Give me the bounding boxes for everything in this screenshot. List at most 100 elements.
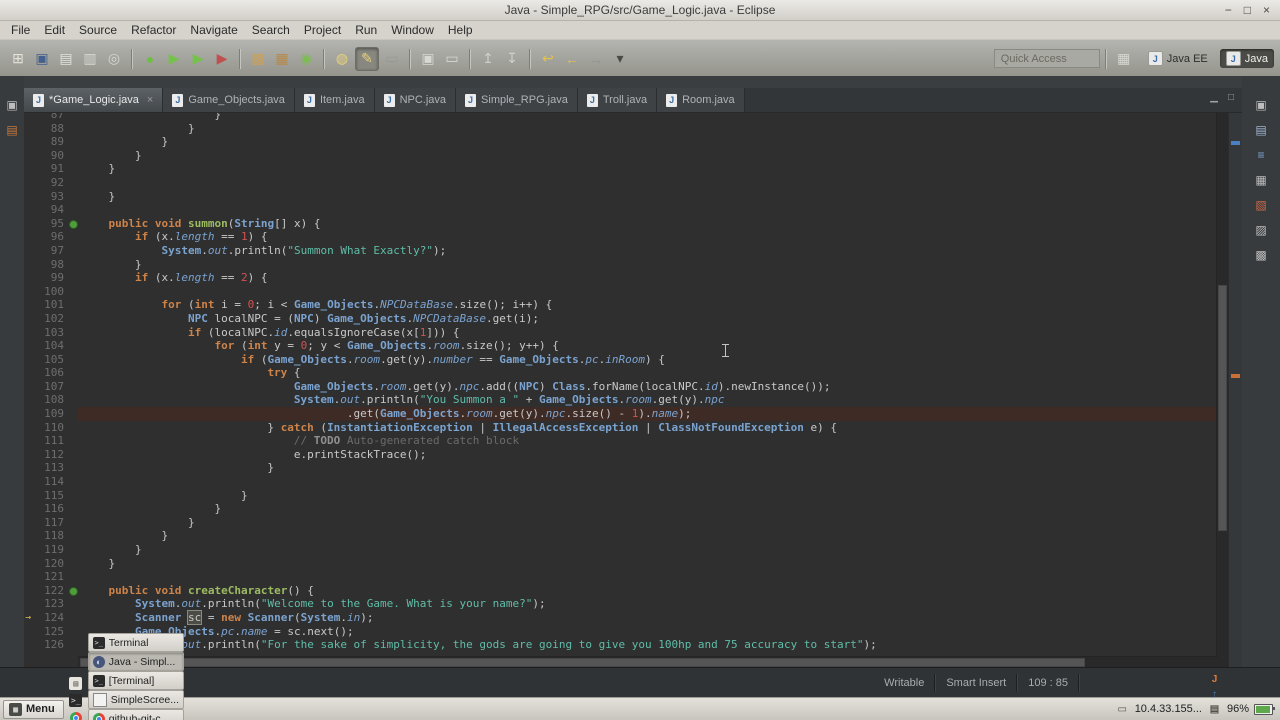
line-number[interactable]: 91 — [36, 162, 68, 176]
minimize-button[interactable]: − — [1225, 0, 1232, 20]
code-text[interactable]: } — [78, 149, 1216, 163]
annotation-ruler-cell[interactable] — [24, 380, 36, 394]
code-text[interactable]: .get(Game_Objects.room.get(y).npc.size()… — [78, 407, 1216, 421]
line-number[interactable]: 120 — [36, 557, 68, 571]
code-text[interactable]: public void createCharacter() { — [78, 584, 1216, 598]
code-line[interactable]: 118 } — [24, 529, 1216, 543]
line-number[interactable]: 124 — [36, 611, 68, 625]
tray-ip-label[interactable]: 10.4.33.155... — [1135, 703, 1202, 715]
line-number[interactable]: 119 — [36, 543, 68, 557]
line-number[interactable]: 126 — [36, 638, 68, 652]
annotation-ruler-cell[interactable] — [24, 448, 36, 462]
new-java-project-icon[interactable]: ▩ — [247, 48, 269, 70]
vertical-scrollbar[interactable] — [1216, 113, 1228, 668]
annotation-ruler-cell[interactable] — [24, 113, 36, 122]
line-number[interactable]: 90 — [36, 149, 68, 163]
line-number[interactable]: 88 — [36, 122, 68, 136]
annotation-ruler-cell[interactable] — [24, 271, 36, 285]
menu-refactor[interactable]: Refactor — [124, 22, 183, 38]
code-text[interactable]: try { — [78, 366, 1216, 380]
close-button[interactable]: × — [1263, 0, 1270, 20]
annotation-ruler-cell[interactable] — [24, 312, 36, 326]
annotation-ruler-cell[interactable] — [24, 339, 36, 353]
quick-access-input[interactable]: Quick Access — [993, 49, 1100, 68]
code-text[interactable]: if (x.length == 1) { — [78, 230, 1216, 244]
external-tools-icon[interactable]: ▶ — [211, 48, 233, 70]
line-number[interactable]: 109 — [36, 407, 68, 421]
tab-close-icon[interactable]: × — [147, 94, 153, 106]
editor-maximize-icon[interactable]: □ — [1228, 92, 1234, 103]
open-console-icon[interactable]: ▣ — [417, 48, 439, 70]
code-line[interactable]: 120 } — [24, 557, 1216, 571]
overview-tick[interactable] — [1231, 373, 1240, 378]
code-text[interactable] — [78, 475, 1216, 489]
annotation-ruler-cell[interactable] — [24, 244, 36, 258]
code-line[interactable]: 106 try { — [24, 366, 1216, 380]
tab-game_objectsjava[interactable]: J Game_Objects.java — [163, 88, 295, 112]
menu-navigate[interactable]: Navigate — [183, 22, 244, 38]
line-number[interactable]: 110 — [36, 421, 68, 435]
code-text[interactable]: } — [78, 557, 1216, 571]
code-text[interactable]: if (Game_Objects.room.get(y).number == G… — [78, 353, 1216, 367]
line-number[interactable]: 102 — [36, 312, 68, 326]
editor-minimize-icon[interactable]: ▁ — [1210, 92, 1218, 103]
annotation-ruler-cell[interactable] — [24, 285, 36, 299]
code-editor[interactable]: 87 } 88 } 89 } 90 } 91 } 92 93 } 94 95 public vo… — [24, 113, 1242, 668]
annotation-ruler-cell[interactable] — [24, 597, 36, 611]
annotation-ruler-cell[interactable] — [24, 543, 36, 557]
dropdown-icon[interactable]: ▾ — [609, 48, 631, 70]
code-text[interactable]: } — [78, 529, 1216, 543]
line-number[interactable]: 94 — [36, 203, 68, 217]
last-edit-location-icon[interactable]: ↩ — [537, 48, 559, 70]
annotation-ruler-cell[interactable] — [24, 217, 36, 231]
perspective-java-ee[interactable]: J Java EE — [1142, 49, 1214, 68]
line-number[interactable]: 97 — [36, 244, 68, 258]
line-number[interactable]: 125 — [36, 625, 68, 639]
browser-launcher-icon[interactable] — [67, 709, 85, 720]
code-line[interactable]: 90 } — [24, 149, 1216, 163]
annotation-ruler-cell[interactable] — [24, 393, 36, 407]
menu-run[interactable]: Run — [348, 22, 384, 38]
line-number[interactable]: 114 — [36, 475, 68, 489]
code-text[interactable]: System.out.println("You Summon a " + Gam… — [78, 393, 1216, 407]
code-line[interactable]: 117 } — [24, 516, 1216, 530]
task-list-icon[interactable]: ▤ — [1253, 121, 1270, 138]
horizontal-scrollbar-thumb[interactable] — [80, 658, 1086, 667]
tab-roomjava[interactable]: J Room.java — [657, 88, 745, 112]
code-line[interactable]: 103 if (localNPC.id.equalsIgnoreCase(x[1… — [24, 326, 1216, 340]
annotation-ruler-cell[interactable] — [24, 326, 36, 340]
line-number[interactable]: 113 — [36, 461, 68, 475]
annotation-ruler-cell[interactable] — [24, 366, 36, 380]
annotation-ruler-cell[interactable] — [24, 353, 36, 367]
menu-file[interactable]: File — [4, 22, 37, 38]
code-text[interactable]: if (x.length == 2) { — [78, 271, 1216, 285]
code-text[interactable] — [78, 176, 1216, 190]
line-number[interactable]: 101 — [36, 298, 68, 312]
code-text[interactable]: for (int i = 0; i < Game_Objects.NPCData… — [78, 298, 1216, 312]
code-text[interactable]: Scanner sc = new Scanner(System.in); — [78, 609, 1216, 625]
menu-search[interactable]: Search — [245, 22, 297, 38]
annotation-ruler-cell[interactable] — [24, 162, 36, 176]
line-number[interactable]: 98 — [36, 258, 68, 272]
vertical-scrollbar-thumb[interactable] — [1218, 285, 1227, 532]
code-text[interactable] — [78, 203, 1216, 217]
menu-project[interactable]: Project — [297, 22, 348, 38]
code-line[interactable]: 91 } — [24, 162, 1216, 176]
line-number[interactable]: 100 — [36, 285, 68, 299]
code-text[interactable]: if (localNPC.id.equalsIgnoreCase(x[1])) … — [78, 326, 1216, 340]
annotation-ruler-cell[interactable] — [24, 502, 36, 516]
code-text[interactable]: } catch (InstantiationException | Illega… — [78, 421, 1216, 435]
annotation-ruler-cell[interactable] — [24, 258, 36, 272]
tab-trolljava[interactable]: J Troll.java — [577, 88, 658, 112]
line-number[interactable]: 95 — [36, 217, 68, 231]
code-text[interactable]: for (int y = 0; y < Game_Objects.room.si… — [78, 339, 1216, 353]
package-explorer-icon[interactable]: ▤ — [4, 121, 21, 138]
code-line[interactable]: 96 if (x.length == 1) { — [24, 230, 1216, 244]
code-text[interactable]: System.out.println("Welcome to the Game.… — [78, 597, 1216, 611]
code-text[interactable]: System.out.println("For the sake of simp… — [78, 638, 1216, 652]
line-number[interactable]: 103 — [36, 326, 68, 340]
menu-source[interactable]: Source — [72, 22, 124, 38]
code-line[interactable]: 88 } — [24, 122, 1216, 136]
code-text[interactable] — [78, 570, 1216, 584]
code-text[interactable]: } — [78, 461, 1216, 475]
